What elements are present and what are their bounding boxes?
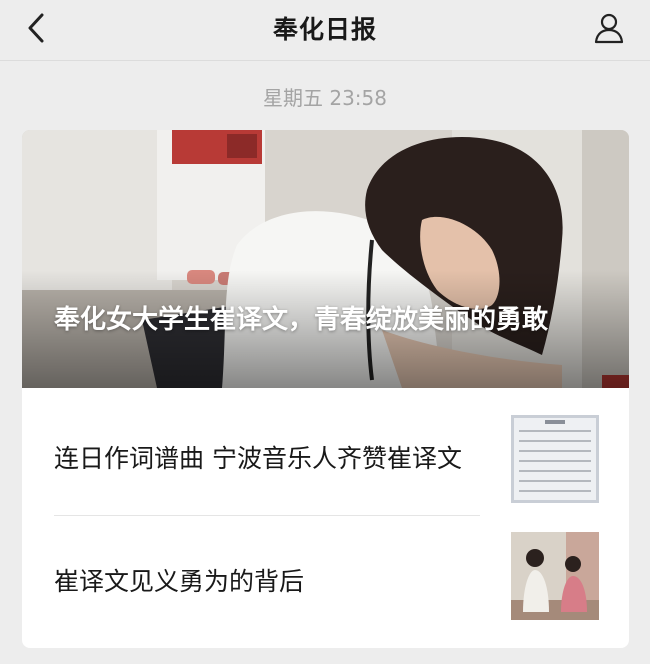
article-title: 崔译文见义勇为的背后 bbox=[54, 567, 305, 596]
featured-article[interactable]: 奉化女大学生崔译文，青春绽放美丽的勇敢 bbox=[22, 130, 629, 388]
user-icon bbox=[594, 13, 624, 44]
nav-divider bbox=[0, 60, 650, 61]
article-title: 连日作词谱曲 宁波音乐人齐赞崔译文 bbox=[54, 444, 462, 473]
article-item[interactable]: 崔译文见义勇为的背后 bbox=[22, 516, 629, 644]
back-button[interactable] bbox=[18, 10, 54, 46]
article-item[interactable]: 连日作词谱曲 宁波音乐人齐赞崔译文 bbox=[22, 393, 629, 521]
nav-bar: 奉化日报 bbox=[0, 0, 650, 56]
message-timestamp: 星期五 23:58 bbox=[263, 86, 387, 110]
interview-photo-thumbnail bbox=[511, 532, 599, 620]
chevron-left-icon bbox=[28, 13, 44, 43]
featured-article-title: 奉化女大学生崔译文，青春绽放美丽的勇敢 bbox=[54, 305, 549, 335]
article-card: 奉化女大学生崔译文，青春绽放美丽的勇敢 连日作词谱曲 宁波音乐人齐赞崔译文 崔译… bbox=[22, 130, 629, 648]
page-title: 奉化日报 bbox=[272, 15, 377, 44]
sheet-music-thumbnail bbox=[511, 415, 599, 503]
profile-button[interactable] bbox=[590, 9, 628, 47]
